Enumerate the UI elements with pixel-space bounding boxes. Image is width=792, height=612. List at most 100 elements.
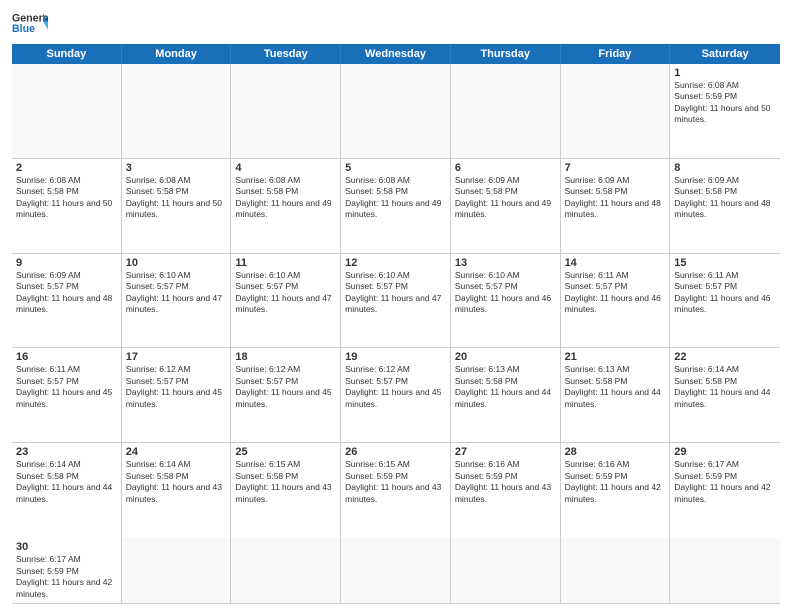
day-number: 3 [126, 162, 227, 174]
empty-cell [451, 64, 561, 158]
day-info: Sunrise: 6:08 AMSunset: 5:58 PMDaylight:… [16, 175, 112, 219]
day-cell-11: 11Sunrise: 6:10 AMSunset: 5:57 PMDayligh… [231, 254, 341, 348]
empty-cell [670, 538, 780, 603]
day-header-sunday: Sunday [12, 44, 122, 64]
day-info: Sunrise: 6:12 AMSunset: 5:57 PMDaylight:… [345, 364, 441, 408]
calendar-header: SundayMondayTuesdayWednesdayThursdayFrid… [12, 44, 780, 64]
logo-icon: General Blue [12, 10, 48, 38]
day-number: 26 [345, 446, 446, 458]
day-number: 27 [455, 446, 556, 458]
day-info: Sunrise: 6:12 AMSunset: 5:57 PMDaylight:… [235, 364, 331, 408]
day-cell-17: 17Sunrise: 6:12 AMSunset: 5:57 PMDayligh… [122, 348, 232, 442]
day-number: 12 [345, 257, 446, 269]
day-number: 2 [16, 162, 117, 174]
day-cell-10: 10Sunrise: 6:10 AMSunset: 5:57 PMDayligh… [122, 254, 232, 348]
week-row-5: 23Sunrise: 6:14 AMSunset: 5:58 PMDayligh… [12, 443, 780, 538]
day-number: 10 [126, 257, 227, 269]
empty-cell [122, 64, 232, 158]
day-number: 1 [674, 67, 776, 79]
day-info: Sunrise: 6:10 AMSunset: 5:57 PMDaylight:… [126, 270, 222, 314]
day-info: Sunrise: 6:08 AMSunset: 5:59 PMDaylight:… [674, 80, 770, 124]
day-number: 23 [16, 446, 117, 458]
day-info: Sunrise: 6:11 AMSunset: 5:57 PMDaylight:… [674, 270, 770, 314]
day-number: 14 [565, 257, 666, 269]
day-number: 4 [235, 162, 336, 174]
week-row-3: 9Sunrise: 6:09 AMSunset: 5:57 PMDaylight… [12, 254, 780, 349]
empty-cell [451, 538, 561, 603]
day-cell-9: 9Sunrise: 6:09 AMSunset: 5:57 PMDaylight… [12, 254, 122, 348]
day-cell-1: 1Sunrise: 6:08 AMSunset: 5:59 PMDaylight… [670, 64, 780, 158]
empty-cell [12, 64, 122, 158]
day-info: Sunrise: 6:15 AMSunset: 5:58 PMDaylight:… [235, 459, 331, 503]
day-number: 15 [674, 257, 776, 269]
empty-cell [231, 538, 341, 603]
day-cell-21: 21Sunrise: 6:13 AMSunset: 5:58 PMDayligh… [561, 348, 671, 442]
day-number: 22 [674, 351, 776, 363]
empty-cell [561, 64, 671, 158]
day-number: 21 [565, 351, 666, 363]
day-header-tuesday: Tuesday [231, 44, 341, 64]
day-cell-18: 18Sunrise: 6:12 AMSunset: 5:57 PMDayligh… [231, 348, 341, 442]
calendar-page: General Blue SundayMondayTuesdayWednesda… [0, 0, 792, 612]
day-info: Sunrise: 6:08 AMSunset: 5:58 PMDaylight:… [345, 175, 441, 219]
calendar-body: 1Sunrise: 6:08 AMSunset: 5:59 PMDaylight… [12, 64, 780, 538]
day-info: Sunrise: 6:17 AMSunset: 5:59 PMDaylight:… [16, 554, 112, 598]
day-number: 7 [565, 162, 666, 174]
day-number: 17 [126, 351, 227, 363]
day-info: Sunrise: 6:09 AMSunset: 5:57 PMDaylight:… [16, 270, 112, 314]
day-cell-29: 29Sunrise: 6:17 AMSunset: 5:59 PMDayligh… [670, 443, 780, 538]
day-number: 8 [674, 162, 776, 174]
day-info: Sunrise: 6:08 AMSunset: 5:58 PMDaylight:… [235, 175, 331, 219]
day-cell-4: 4Sunrise: 6:08 AMSunset: 5:58 PMDaylight… [231, 159, 341, 253]
day-number: 6 [455, 162, 556, 174]
empty-cell [561, 538, 671, 603]
day-info: Sunrise: 6:14 AMSunset: 5:58 PMDaylight:… [126, 459, 222, 503]
day-info: Sunrise: 6:10 AMSunset: 5:57 PMDaylight:… [345, 270, 441, 314]
day-cell-30: 30Sunrise: 6:17 AMSunset: 5:59 PMDayligh… [12, 538, 122, 603]
day-info: Sunrise: 6:14 AMSunset: 5:58 PMDaylight:… [674, 364, 770, 408]
svg-text:Blue: Blue [12, 23, 35, 35]
day-info: Sunrise: 6:09 AMSunset: 5:58 PMDaylight:… [455, 175, 551, 219]
day-info: Sunrise: 6:09 AMSunset: 5:58 PMDaylight:… [674, 175, 770, 219]
day-cell-23: 23Sunrise: 6:14 AMSunset: 5:58 PMDayligh… [12, 443, 122, 538]
day-cell-16: 16Sunrise: 6:11 AMSunset: 5:57 PMDayligh… [12, 348, 122, 442]
empty-cell [231, 64, 341, 158]
day-cell-25: 25Sunrise: 6:15 AMSunset: 5:58 PMDayligh… [231, 443, 341, 538]
day-header-saturday: Saturday [670, 44, 780, 64]
day-cell-12: 12Sunrise: 6:10 AMSunset: 5:57 PMDayligh… [341, 254, 451, 348]
day-info: Sunrise: 6:10 AMSunset: 5:57 PMDaylight:… [455, 270, 551, 314]
day-number: 5 [345, 162, 446, 174]
day-number: 9 [16, 257, 117, 269]
empty-cell [122, 538, 232, 603]
day-header-monday: Monday [122, 44, 232, 64]
calendar: SundayMondayTuesdayWednesdayThursdayFrid… [12, 44, 780, 604]
day-number: 11 [235, 257, 336, 269]
day-number: 16 [16, 351, 117, 363]
day-number: 20 [455, 351, 556, 363]
day-cell-5: 5Sunrise: 6:08 AMSunset: 5:58 PMDaylight… [341, 159, 451, 253]
day-number: 19 [345, 351, 446, 363]
day-cell-2: 2Sunrise: 6:08 AMSunset: 5:58 PMDaylight… [12, 159, 122, 253]
day-cell-24: 24Sunrise: 6:14 AMSunset: 5:58 PMDayligh… [122, 443, 232, 538]
day-number: 13 [455, 257, 556, 269]
day-cell-20: 20Sunrise: 6:13 AMSunset: 5:58 PMDayligh… [451, 348, 561, 442]
day-header-friday: Friday [561, 44, 671, 64]
day-info: Sunrise: 6:16 AMSunset: 5:59 PMDaylight:… [565, 459, 661, 503]
day-number: 29 [674, 446, 776, 458]
day-info: Sunrise: 6:10 AMSunset: 5:57 PMDaylight:… [235, 270, 331, 314]
day-number: 30 [16, 541, 117, 553]
day-header-thursday: Thursday [451, 44, 561, 64]
empty-cell [341, 538, 451, 603]
week-row-4: 16Sunrise: 6:11 AMSunset: 5:57 PMDayligh… [12, 348, 780, 443]
day-info: Sunrise: 6:13 AMSunset: 5:58 PMDaylight:… [565, 364, 661, 408]
day-header-wednesday: Wednesday [341, 44, 451, 64]
day-info: Sunrise: 6:14 AMSunset: 5:58 PMDaylight:… [16, 459, 112, 503]
day-info: Sunrise: 6:12 AMSunset: 5:57 PMDaylight:… [126, 364, 222, 408]
day-cell-13: 13Sunrise: 6:10 AMSunset: 5:57 PMDayligh… [451, 254, 561, 348]
day-info: Sunrise: 6:13 AMSunset: 5:58 PMDaylight:… [455, 364, 551, 408]
day-cell-19: 19Sunrise: 6:12 AMSunset: 5:57 PMDayligh… [341, 348, 451, 442]
day-cell-3: 3Sunrise: 6:08 AMSunset: 5:58 PMDaylight… [122, 159, 232, 253]
week-row-2: 2Sunrise: 6:08 AMSunset: 5:58 PMDaylight… [12, 159, 780, 254]
last-week-row: 30Sunrise: 6:17 AMSunset: 5:59 PMDayligh… [12, 538, 780, 604]
day-number: 28 [565, 446, 666, 458]
